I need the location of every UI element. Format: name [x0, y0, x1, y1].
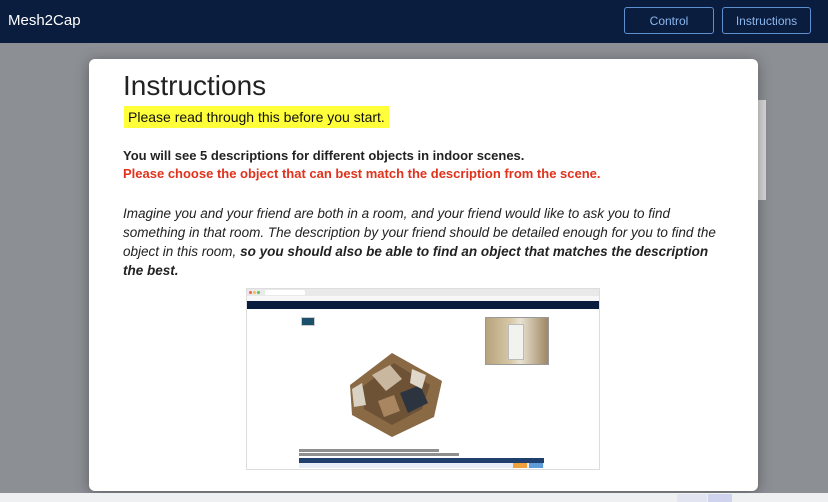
bottom-corner-block: [708, 494, 732, 502]
mini-table-row: [299, 463, 544, 468]
browser-chrome: [247, 289, 599, 296]
example-task-screenshot: [246, 288, 600, 470]
mini-orange-button: [513, 463, 527, 468]
scene-mesh-image: [350, 353, 442, 437]
top-navbar: Mesh2Cap Control Instructions: [0, 0, 828, 43]
bottom-corner-block: [677, 494, 707, 502]
modal-title: Instructions: [123, 70, 267, 101]
task-summary: You will see 5 descriptions for differen…: [123, 148, 525, 163]
mini-caption: [299, 449, 439, 452]
app-brand[interactable]: Mesh2Cap: [8, 12, 81, 29]
task-warning: Please choose the object that can best m…: [123, 166, 601, 181]
instructions-button[interactable]: Instructions: [722, 7, 811, 34]
page-scrollbar[interactable]: [758, 100, 766, 200]
mini-navbar: [247, 301, 599, 309]
mini-thumbnail: [301, 317, 315, 326]
reference-photo: [485, 317, 549, 365]
mini-caption: [299, 453, 459, 456]
control-button[interactable]: Control: [624, 7, 714, 34]
scenario-paragraph: Imagine you and your friend are both in …: [123, 204, 728, 280]
instructions-modal: Instructions Please read through this be…: [89, 59, 758, 491]
read-first-notice: Please read through this before you star…: [124, 106, 389, 128]
mini-blue-button: [529, 463, 543, 468]
